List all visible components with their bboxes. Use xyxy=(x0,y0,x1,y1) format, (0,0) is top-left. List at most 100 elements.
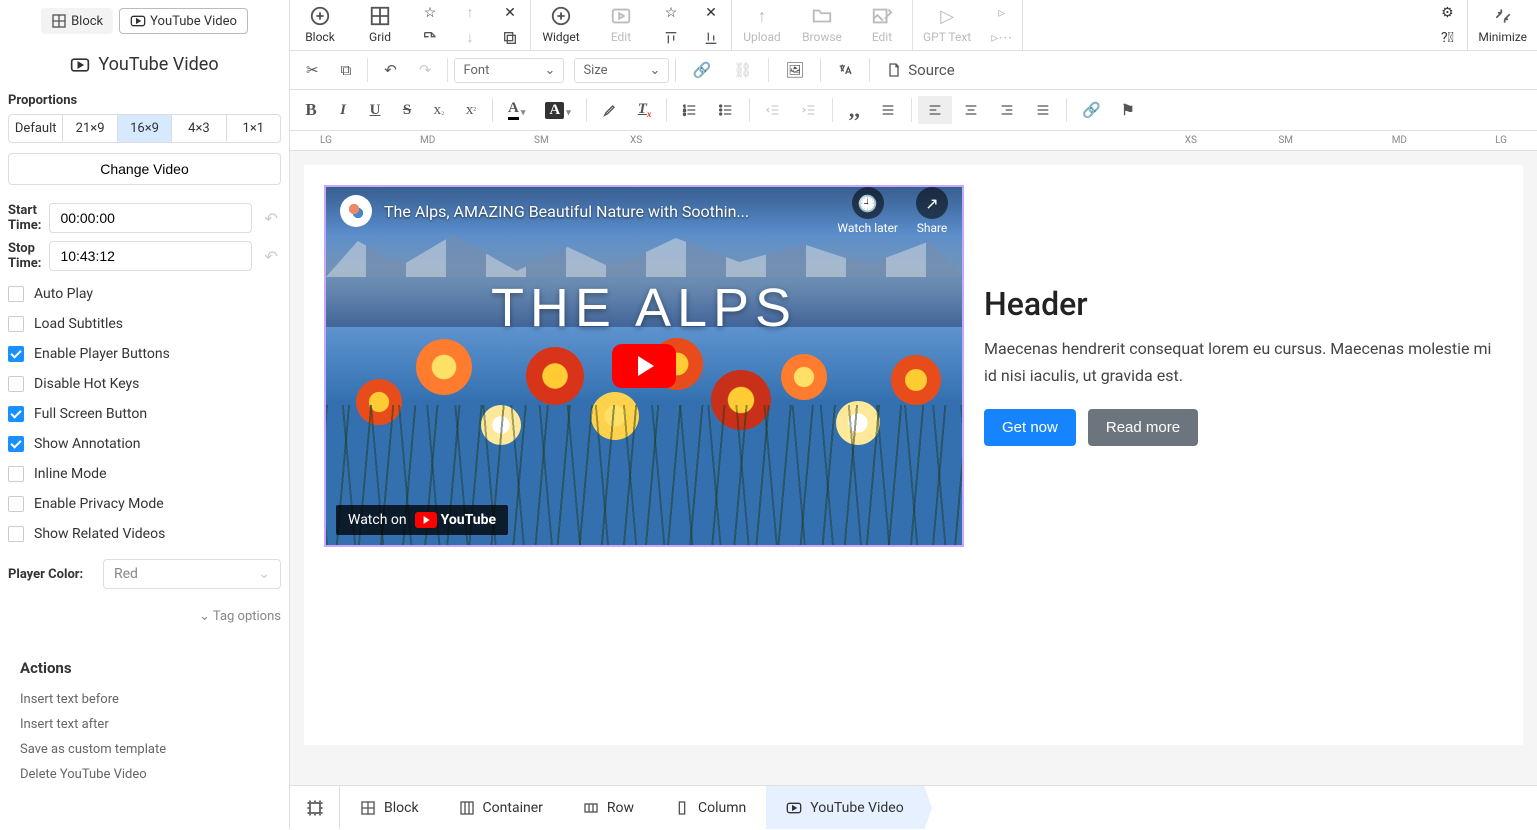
start-time-input[interactable] xyxy=(49,203,252,233)
topbar-grid[interactable]: Grid xyxy=(350,0,410,50)
canvas[interactable]: The Alps, AMAZING Beautiful Nature with … xyxy=(290,151,1537,785)
watch-later-button[interactable]: 🕘 Watch later xyxy=(837,187,898,235)
topbar-settings[interactable]: ⚙ xyxy=(1427,1,1467,25)
tab-block[interactable]: Block xyxy=(41,8,113,34)
topbar-gpt-more[interactable]: ▹⋯ xyxy=(981,26,1022,50)
opt-privacy[interactable]: Enable Privacy Mode xyxy=(8,496,281,512)
opt-load-subtitles[interactable]: Load Subtitles xyxy=(8,316,281,332)
action-insert-after[interactable]: Insert text after xyxy=(8,712,281,737)
content-body[interactable]: Maecenas hendrerit consequat lorem eu cu… xyxy=(984,335,1503,389)
topbar-close[interactable]: ✕ xyxy=(490,1,530,25)
opt-disable-hotkeys[interactable]: Disable Hot Keys xyxy=(8,376,281,392)
opt-inline-mode[interactable]: Inline Mode xyxy=(8,466,281,482)
action-insert-before[interactable]: Insert text before xyxy=(8,687,281,712)
topbar-favorite[interactable]: ☆ xyxy=(410,1,450,25)
topbar-edit[interactable]: Edit xyxy=(591,0,651,50)
align-right-button[interactable] xyxy=(990,96,1024,124)
opt-related[interactable]: Show Related Videos xyxy=(8,526,281,542)
bold-button[interactable]: B xyxy=(296,94,326,126)
topbar-block[interactable]: Block xyxy=(290,0,350,50)
opt-show-annotation[interactable]: Show Annotation xyxy=(8,436,281,452)
quote-button[interactable]: ,, xyxy=(839,100,869,120)
topbar-widget[interactable]: Widget xyxy=(531,0,591,50)
breadcrumb-row[interactable]: Row xyxy=(563,786,654,829)
image-button[interactable]: 🖼 xyxy=(775,55,814,85)
action-save-template[interactable]: Save as custom template xyxy=(8,737,281,762)
topbar-export[interactable] xyxy=(410,26,450,50)
topbar-up[interactable]: ↑ xyxy=(450,1,490,25)
change-video-button[interactable]: Change Video xyxy=(8,153,281,185)
tab-youtube[interactable]: YouTube Video xyxy=(119,8,248,34)
prop-4x3[interactable]: 4×3 xyxy=(172,115,226,142)
align-center-button[interactable] xyxy=(954,96,988,124)
topbar-close2[interactable]: ✕ xyxy=(691,1,731,25)
topbar-favorite2[interactable]: ☆ xyxy=(651,1,691,25)
topbar-edit-image[interactable]: Edit xyxy=(852,0,912,50)
undo-icon[interactable]: ↶ xyxy=(260,247,281,266)
breadcrumb-root[interactable] xyxy=(290,786,340,829)
topbar-upload[interactable]: ↑ Upload xyxy=(732,0,792,50)
video-title[interactable]: The Alps, AMAZING Beautiful Nature with … xyxy=(384,202,825,221)
indent-button[interactable] xyxy=(792,96,826,124)
breadcrumb-column[interactable]: Column xyxy=(654,786,766,829)
get-now-button[interactable]: Get now xyxy=(984,409,1076,446)
topbar-down[interactable]: ↓ xyxy=(450,26,490,50)
topbar-align-top[interactable] xyxy=(651,26,691,50)
underline-button[interactable]: U xyxy=(360,96,390,125)
text-column[interactable]: Header Maecenas hendrerit consequat lore… xyxy=(984,185,1503,547)
bg-color-button[interactable]: A xyxy=(536,95,579,125)
tag-options-toggle[interactable]: ⌄ Tag options xyxy=(8,609,281,624)
read-more-button[interactable]: Read more xyxy=(1088,409,1198,446)
player-color-select[interactable]: Red ⌄ xyxy=(103,559,281,589)
opt-auto-play[interactable]: Auto Play xyxy=(8,286,281,302)
subscript-button[interactable]: x₂ xyxy=(424,96,454,125)
topbar-gpt-run[interactable]: ▹ xyxy=(981,1,1022,25)
translate-button[interactable] xyxy=(827,56,863,84)
prop-21x9[interactable]: 21×9 xyxy=(63,115,117,142)
text-color-button[interactable]: A xyxy=(499,94,534,126)
youtube-video-widget[interactable]: The Alps, AMAZING Beautiful Nature with … xyxy=(324,185,964,547)
align-justify-button[interactable] xyxy=(1026,96,1060,124)
opt-fullscreen[interactable]: Full Screen Button xyxy=(8,406,281,422)
breadcrumb-youtube[interactable]: YouTube Video xyxy=(766,786,923,829)
topbar-copy[interactable] xyxy=(490,26,530,50)
redo-button[interactable]: ↷ xyxy=(409,55,442,85)
strike-button[interactable]: S xyxy=(392,96,422,125)
size-select[interactable]: Size⌄ xyxy=(574,58,669,83)
action-delete[interactable]: Delete YouTube Video xyxy=(8,762,281,787)
source-button[interactable]: Source xyxy=(876,55,964,85)
align-left-button[interactable] xyxy=(918,96,952,124)
link-button[interactable]: 🔗 xyxy=(682,55,721,85)
play-button[interactable] xyxy=(612,344,676,388)
page-block[interactable]: The Alps, AMAZING Beautiful Nature with … xyxy=(304,165,1523,745)
undo-button[interactable]: ↶ xyxy=(374,55,407,85)
unordered-list-button[interactable] xyxy=(709,96,743,124)
superscript-button[interactable]: x² xyxy=(456,96,486,125)
flag-button[interactable]: ⚑ xyxy=(1112,95,1143,125)
anchor-button[interactable]: 🔗 xyxy=(1073,95,1110,125)
copy-button[interactable]: ⧉ xyxy=(331,55,362,85)
topbar-help[interactable]: ?⃝ xyxy=(1427,26,1467,50)
opt-enable-player-buttons[interactable]: Enable Player Buttons xyxy=(8,346,281,362)
undo-icon[interactable]: ↶ xyxy=(260,209,281,228)
ordered-list-button[interactable]: 123 xyxy=(673,96,707,124)
stop-time-input[interactable] xyxy=(49,241,252,271)
breadcrumb-block[interactable]: Block xyxy=(340,786,439,829)
highlight-button[interactable] xyxy=(593,96,627,124)
outdent-button[interactable] xyxy=(756,96,790,124)
cut-button[interactable]: ✂ xyxy=(296,55,329,85)
line-height-button[interactable] xyxy=(871,96,905,124)
topbar-minimize[interactable]: Minimize xyxy=(1468,0,1537,50)
content-header[interactable]: Header xyxy=(984,285,1503,323)
watch-on-youtube[interactable]: Watch on YouTube xyxy=(336,505,508,535)
topbar-align-bottom[interactable] xyxy=(691,26,731,50)
prop-1x1[interactable]: 1×1 xyxy=(227,115,280,142)
prop-16x9[interactable]: 16×9 xyxy=(118,115,172,142)
channel-avatar[interactable] xyxy=(340,195,372,227)
font-select[interactable]: Font⌄ xyxy=(454,58,564,83)
clear-format-button[interactable]: Tx xyxy=(629,95,661,125)
italic-button[interactable]: I xyxy=(328,96,358,125)
topbar-browse[interactable]: Browse xyxy=(792,0,852,50)
breadcrumb-container[interactable]: Container xyxy=(439,786,563,829)
unlink-button[interactable]: ⛓ xyxy=(723,55,762,85)
